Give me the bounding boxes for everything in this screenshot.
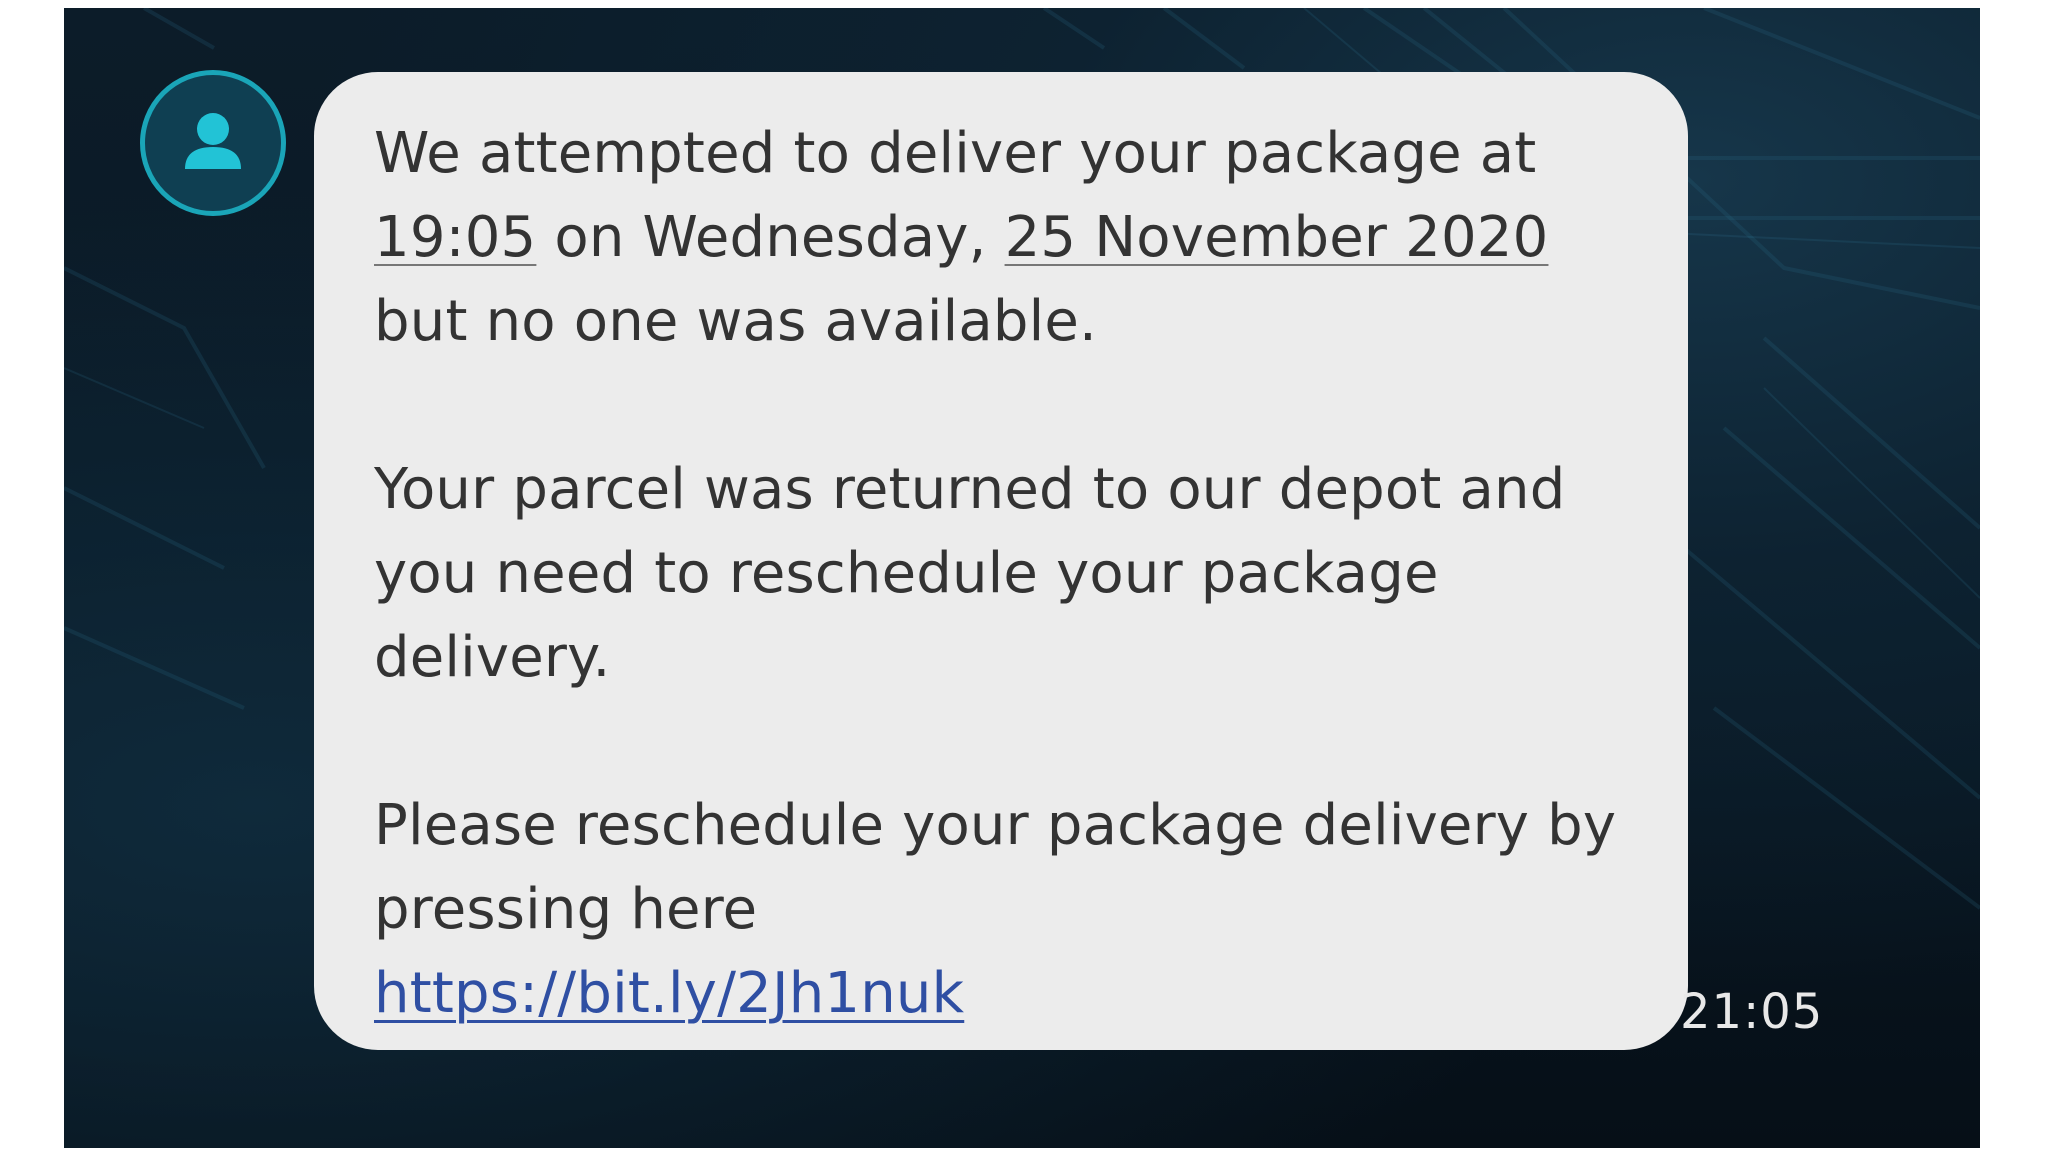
message-paragraph-3: Please reschedule your package delivery …	[374, 784, 1628, 1036]
message-paragraph-1: We attempted to deliver your package at …	[374, 112, 1628, 364]
message-timestamp: 21:05	[1680, 984, 1824, 1040]
delivery-date[interactable]: 25 November 2020	[1005, 205, 1549, 270]
message-screen: We attempted to deliver your package at …	[64, 8, 1980, 1148]
message-text: on Wednesday,	[536, 205, 1005, 270]
message-paragraph-2: Your parcel was returned to our depot an…	[374, 457, 1566, 690]
message-text: Please reschedule your package delivery …	[374, 793, 1617, 942]
message-text: We attempted to deliver your package at	[374, 121, 1537, 186]
person-icon	[185, 113, 241, 169]
message-bubble[interactable]: We attempted to deliver your package at …	[314, 72, 1688, 1050]
message-text: but no one was available.	[374, 289, 1098, 354]
sender-avatar[interactable]	[140, 70, 286, 216]
reschedule-link[interactable]: https://bit.ly/2Jh1nuk	[374, 961, 964, 1026]
delivery-time[interactable]: 19:05	[374, 205, 536, 270]
